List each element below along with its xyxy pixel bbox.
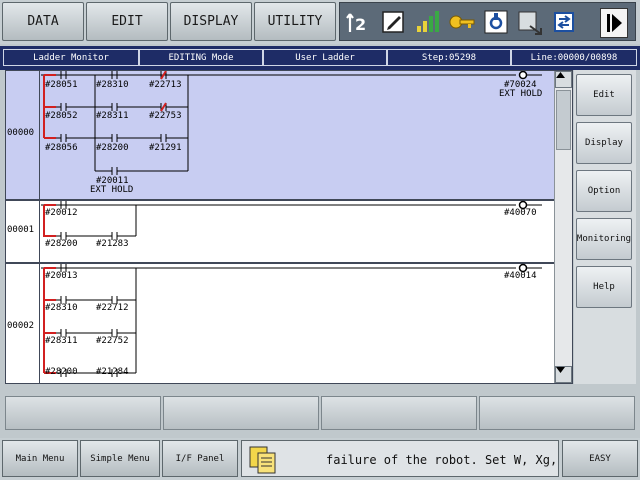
menu-display-label: DISPLAY xyxy=(183,14,239,29)
menu-display[interactable]: DISPLAY xyxy=(170,2,252,41)
key-icon[interactable] xyxy=(448,8,476,36)
help-button[interactable]: Help xyxy=(576,266,632,308)
menu-edit[interactable]: EDIT xyxy=(86,2,168,41)
function-key-bar xyxy=(0,390,640,434)
contact-label: #28311 xyxy=(96,111,129,121)
contact-label: #21284 xyxy=(96,367,129,377)
menu-utility[interactable]: UTILITY xyxy=(254,2,336,41)
if-panel-button[interactable]: I/F Panel xyxy=(162,440,238,477)
function-key-2[interactable] xyxy=(163,396,319,430)
vertical-scrollbar[interactable] xyxy=(554,71,572,383)
right-button-panel: Edit Display Option Monitoring Help xyxy=(574,70,636,384)
signal-strength-icon[interactable] xyxy=(414,8,442,36)
ladder-editor[interactable]: 00000 00001 00002 #28051 #28310 #22713 #… xyxy=(5,70,573,384)
contact-label: #20013 xyxy=(45,271,78,281)
contact-label: #22753 xyxy=(149,111,182,121)
exit-window-icon[interactable] xyxy=(516,8,544,36)
if-panel-label: I/F Panel xyxy=(175,453,225,464)
scroll-up-button[interactable] xyxy=(555,71,572,88)
option-button[interactable]: Option xyxy=(576,170,632,212)
next-page-icon[interactable] xyxy=(600,8,628,38)
easy-button[interactable]: EASY xyxy=(562,440,638,477)
contact-label: #28311 xyxy=(45,336,78,346)
contact-label: #28310 xyxy=(45,303,78,313)
status-line: Line:00000/00898 xyxy=(511,49,637,66)
tool-icon[interactable] xyxy=(482,8,510,36)
rung-number[interactable]: 00002 xyxy=(7,321,34,331)
contact-label: #28051 xyxy=(45,80,78,90)
toolbar-icons: 2 xyxy=(339,2,636,41)
output-note: EXT HOLD xyxy=(499,89,543,99)
contact-label: #28200 xyxy=(45,367,78,377)
status-bar: Ladder Monitor EDITING Mode User Ladder … xyxy=(0,46,640,70)
contact-label: #22712 xyxy=(96,303,129,313)
scroll-thumb[interactable] xyxy=(556,90,571,150)
menu-data-label: DATA xyxy=(27,14,59,29)
output-label: #40014 xyxy=(504,271,537,281)
contact-note: EXT HOLD xyxy=(90,185,134,195)
status-edit-mode: EDITING Mode xyxy=(139,49,263,66)
top-menu-bar: DATA EDIT DISPLAY UTILITY 2 xyxy=(0,0,640,44)
contact-label: #28200 xyxy=(45,239,78,249)
edit-button-label: Edit xyxy=(593,90,615,100)
menu-data[interactable]: DATA xyxy=(2,2,84,41)
contact-label: #28052 xyxy=(45,111,78,121)
main-menu-label: Main Menu xyxy=(15,453,65,464)
svg-text:2: 2 xyxy=(355,15,366,34)
monitoring-button-label: Monitoring xyxy=(576,234,632,244)
message-text: failure of the robot. Set W, Xg, xyxy=(326,453,558,467)
bottom-bar: Main Menu Simple Menu I/F Panel failure … xyxy=(0,438,640,480)
function-key-1[interactable] xyxy=(5,396,161,430)
message-box[interactable]: failure of the robot. Set W, Xg, xyxy=(241,440,559,477)
contact-label: #28200 xyxy=(96,143,129,153)
triangle-up-icon xyxy=(556,72,565,78)
scroll-down-button[interactable] xyxy=(555,366,572,383)
simple-menu-button[interactable]: Simple Menu xyxy=(80,440,160,477)
edit-button[interactable]: Edit xyxy=(576,74,632,116)
easy-label: EASY xyxy=(589,453,611,464)
message-pages-icon xyxy=(248,445,278,475)
display-button[interactable]: Display xyxy=(576,122,632,164)
rung-number[interactable]: 00001 xyxy=(7,225,34,235)
display-button-label: Display xyxy=(585,138,623,148)
contact-label: #28056 xyxy=(45,143,78,153)
contact-label: #21283 xyxy=(96,239,129,249)
function-key-3[interactable] xyxy=(321,396,477,430)
monitoring-button[interactable]: Monitoring xyxy=(576,218,632,260)
output-label: #40070 xyxy=(504,208,537,218)
option-button-label: Option xyxy=(587,186,621,196)
edit-pencil-icon[interactable] xyxy=(380,8,408,36)
triangle-down-icon xyxy=(556,367,565,373)
contact-label: #21291 xyxy=(149,143,182,153)
convert-icon[interactable] xyxy=(550,8,578,36)
status-ladder-type: User Ladder xyxy=(263,49,387,66)
contact-label: #22752 xyxy=(96,336,129,346)
rung-number[interactable]: 00000 xyxy=(7,128,34,138)
help-button-label: Help xyxy=(593,282,615,292)
contact-label: #28310 xyxy=(96,80,129,90)
main-menu-button[interactable]: Main Menu xyxy=(2,440,78,477)
contact-label: #20012 xyxy=(45,208,78,218)
ladder-diagram xyxy=(41,71,542,377)
function-key-4[interactable] xyxy=(479,396,635,430)
contact-label: #22713 xyxy=(149,80,182,90)
coordinate-toggle-icon[interactable]: 2 xyxy=(346,8,374,36)
menu-utility-label: UTILITY xyxy=(267,14,323,29)
status-mode: Ladder Monitor xyxy=(3,49,139,66)
simple-menu-label: Simple Menu xyxy=(90,453,150,464)
menu-edit-label: EDIT xyxy=(111,14,143,29)
status-step: Step:05298 xyxy=(387,49,511,66)
